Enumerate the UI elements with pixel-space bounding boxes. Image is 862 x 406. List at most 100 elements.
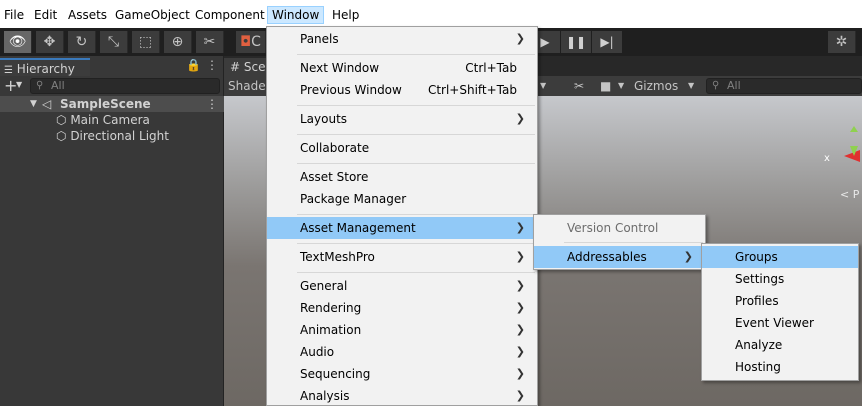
chevron-right-icon: ❯	[515, 221, 525, 234]
lock-icon[interactable]: 🔒	[186, 58, 201, 72]
move-tool-button[interactable]: ✥	[36, 31, 64, 53]
menu-item-label: Hosting	[735, 360, 781, 374]
step-icon: ▶|	[600, 35, 614, 49]
tools-icon[interactable]: ✂	[574, 76, 584, 96]
menu-item-hosting[interactable]: Hosting	[702, 356, 858, 378]
menu-item-label: Settings	[735, 272, 785, 286]
menu-gameobject[interactable]: GameObject	[111, 6, 194, 24]
gizmos-chevron-down-icon: ▼	[688, 81, 695, 90]
menu-item-rendering[interactable]: Rendering ❯	[267, 297, 537, 319]
menu-item-analyze[interactable]: Analyze	[702, 334, 858, 356]
pivot-button[interactable]: ◘C	[236, 31, 266, 53]
menu-item-label: Audio	[300, 345, 335, 359]
menu-item-addressables[interactable]: Addressables ❯	[534, 246, 705, 268]
chevron-down-icon[interactable]: ▼	[16, 80, 22, 89]
menu-item-general[interactable]: General ❯	[267, 275, 537, 297]
menu-item-event-viewer[interactable]: Event Viewer	[702, 312, 858, 334]
persp-label[interactable]: < P	[840, 188, 859, 201]
scale-tool-button[interactable]: ⤡	[100, 31, 128, 53]
menu-item-label: Rendering	[300, 301, 362, 315]
menu-item-package-manager[interactable]: Package Manager	[267, 188, 537, 210]
menu-separator	[297, 214, 535, 215]
menu-item-next-window[interactable]: Next Window Ctrl+Tab	[267, 57, 537, 79]
menu-item-previous-window[interactable]: Previous Window Ctrl+Shift+Tab	[267, 79, 537, 101]
transform-icon: ⊕	[171, 34, 184, 50]
expand-icon: ▼	[30, 99, 37, 109]
scene-more-icon[interactable]: ⋮	[206, 96, 218, 112]
menu-item-groups[interactable]: Groups	[702, 246, 858, 268]
hierarchy-search-placeholder: All	[51, 79, 65, 92]
chevron-right-icon: ❯	[515, 250, 525, 263]
menu-edit[interactable]: Edit	[30, 6, 61, 24]
menu-item-layouts[interactable]: Layouts ❯	[267, 108, 537, 130]
menu-item-label: Analyze	[735, 338, 783, 352]
menu-separator	[297, 105, 535, 106]
menu-separator	[297, 134, 535, 135]
more-icon[interactable]: ⋮	[206, 58, 218, 72]
menu-item-shortcut: Ctrl+Shift+Tab	[427, 83, 517, 97]
menu-item-settings[interactable]: Settings	[702, 268, 858, 290]
pause-button[interactable]: ❚❚	[561, 31, 591, 53]
hierarchy-item-directional-light[interactable]: ⬡ Directional Light	[56, 128, 169, 144]
pause-icon: ❚❚	[565, 35, 587, 49]
rotate-icon: ↻	[75, 34, 88, 50]
scene-tab-label: Sce	[243, 60, 266, 74]
menu-item-asset-store[interactable]: Asset Store	[267, 166, 537, 188]
menu-window[interactable]: Window	[267, 6, 325, 24]
collab-button[interactable]: ✲	[828, 31, 856, 53]
hierarchy-item-label: Directional Light	[70, 129, 169, 143]
menu-item-analysis[interactable]: Analysis ❯	[267, 385, 537, 406]
scene-search-placeholder: All	[727, 79, 741, 92]
menu-item-sequencing[interactable]: Sequencing ❯	[267, 363, 537, 385]
transform-tool-button[interactable]: ⊕	[164, 31, 192, 53]
chevron-right-icon: ❯	[515, 323, 525, 336]
gizmos-dropdown[interactable]: Gizmos	[634, 76, 678, 96]
menu-item-label: Groups	[735, 250, 778, 264]
menu-file[interactable]: File	[0, 6, 28, 24]
scene-tab[interactable]: # Sce	[224, 58, 268, 76]
scene-row[interactable]: ▼ ◁ SampleScene ⋮	[0, 96, 224, 112]
hierarchy-tab-label: Hierarchy	[16, 62, 75, 76]
menu-item-label: Collaborate	[300, 141, 370, 155]
chevron-right-icon: ❯	[515, 279, 525, 292]
menu-separator	[297, 163, 535, 164]
menu-separator	[297, 272, 535, 273]
menu-item-profiles[interactable]: Profiles	[702, 290, 858, 312]
hierarchy-tab[interactable]: ☰ Hierarchy	[0, 58, 90, 76]
step-button[interactable]: ▶|	[592, 31, 622, 53]
chevron-right-icon: ❯	[515, 301, 525, 314]
camera-icon[interactable]: ■	[600, 76, 611, 96]
hierarchy-search-input[interactable]: ⚲ All	[30, 78, 220, 94]
menu-item-collaborate[interactable]: Collaborate	[267, 137, 537, 159]
menu-item-asset-management[interactable]: Asset Management ❯	[267, 217, 537, 239]
scene-search-input[interactable]: ⚲ All	[706, 78, 862, 94]
menu-item-audio[interactable]: Audio ❯	[267, 341, 537, 363]
custom-tool-button[interactable]: ✂	[196, 31, 224, 53]
rotate-tool-button[interactable]: ↻	[68, 31, 96, 53]
menu-help[interactable]: Help	[328, 6, 363, 24]
view-tool-button[interactable]: 👁	[4, 31, 32, 53]
menu-separator	[564, 242, 703, 243]
hierarchy-item-main-camera[interactable]: ⬡ Main Camera	[56, 112, 150, 128]
rect-tool-button[interactable]: ⬚	[132, 31, 160, 53]
menu-item-label: Analysis	[300, 389, 350, 403]
gameobject-icon: ⬡	[56, 113, 67, 127]
menu-item-panels[interactable]: Panels ❯	[267, 28, 537, 50]
menu-item-label: Previous Window	[300, 83, 402, 97]
menu-item-label: Sequencing	[300, 367, 371, 381]
eye-icon: 👁	[8, 34, 27, 50]
menu-item-label: Layouts	[300, 112, 348, 126]
chevron-right-icon: ❯	[515, 112, 525, 125]
list-icon: ☰	[4, 65, 13, 76]
chevron-right-icon: ❯	[515, 367, 525, 380]
menu-item-animation[interactable]: Animation ❯	[267, 319, 537, 341]
menu-item-shortcut: Ctrl+Tab	[465, 61, 517, 75]
grid-icon: #	[230, 60, 241, 74]
menu-item-textmeshpro[interactable]: TextMeshPro ❯	[267, 246, 537, 268]
menu-component[interactable]: Component	[191, 6, 269, 24]
tools-icon: ✂	[203, 34, 216, 50]
menu-item-version-control: Version Control	[534, 217, 705, 239]
menu-assets[interactable]: Assets	[64, 6, 111, 24]
window-menu: Panels ❯ Next Window Ctrl+Tab Previous W…	[266, 26, 538, 406]
play-icon: ▶	[540, 35, 550, 49]
